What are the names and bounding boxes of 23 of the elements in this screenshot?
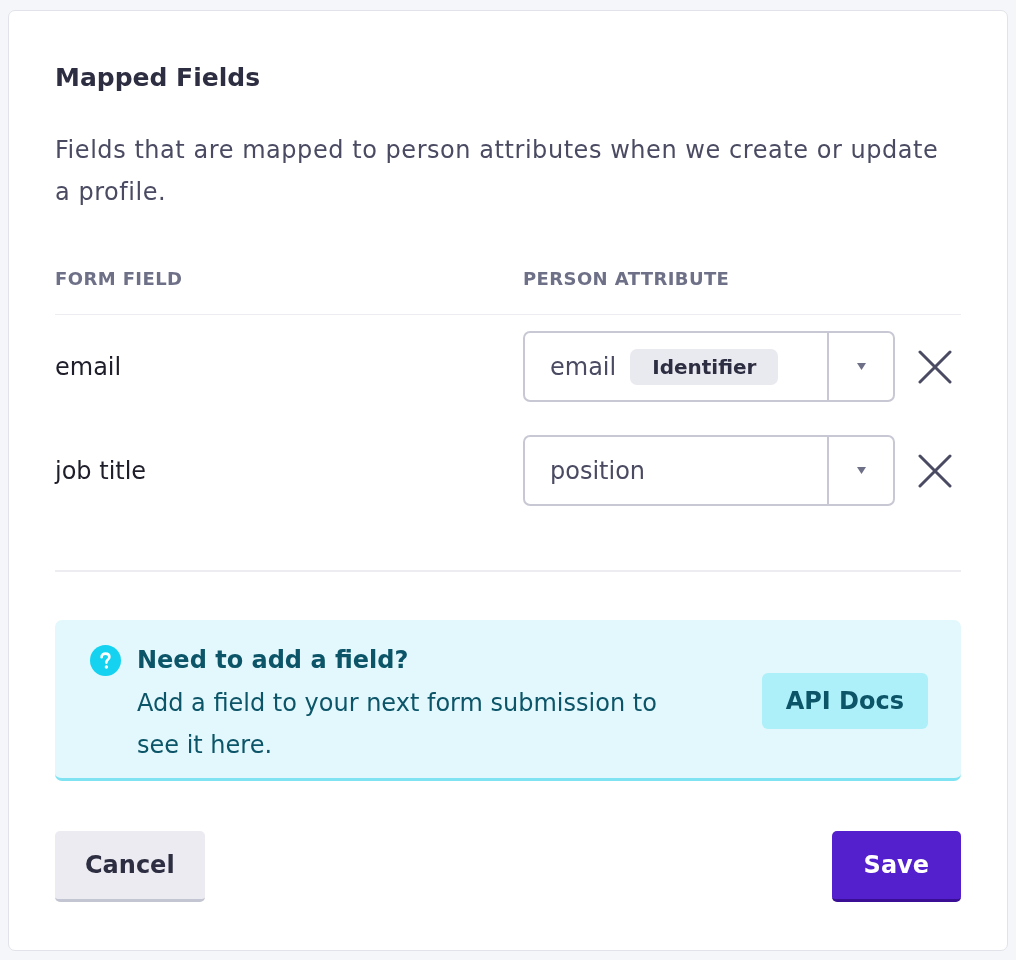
dialog-title: Mapped Fields bbox=[55, 62, 262, 94]
dialog-description: Fields that are mapped to person attributes when we create or update a profile. bbox=[55, 135, 940, 208]
callout-title: Need to add a field? bbox=[137, 645, 410, 676]
form-field-name: email bbox=[55, 351, 122, 383]
save-button[interactable]: Save bbox=[831, 831, 961, 902]
callout-text: Add a field to your next form submission to see it here. bbox=[137, 688, 658, 761]
attribute-select[interactable]: email Identifier bbox=[523, 331, 895, 402]
attribute-select[interactable]: position bbox=[523, 435, 895, 506]
caret-icon bbox=[856, 467, 866, 474]
caret-icon bbox=[856, 363, 866, 370]
identifier-tag: Identifier bbox=[630, 348, 779, 385]
column-header: PERSON ATTRIBUTE bbox=[523, 267, 730, 290]
column-header: FORM FIELD bbox=[55, 267, 184, 290]
close-icon bbox=[918, 453, 952, 488]
form-field-name: job title bbox=[55, 455, 147, 487]
api-docs-button[interactable]: API Docs bbox=[761, 673, 928, 729]
cancel-button[interactable]: Cancel bbox=[55, 831, 205, 902]
selected-value: email bbox=[550, 351, 617, 383]
close-icon bbox=[918, 349, 952, 384]
remove-button[interactable] bbox=[918, 453, 952, 488]
remove-button[interactable] bbox=[918, 349, 952, 384]
help-icon bbox=[90, 645, 121, 676]
selected-value: position bbox=[550, 455, 646, 487]
